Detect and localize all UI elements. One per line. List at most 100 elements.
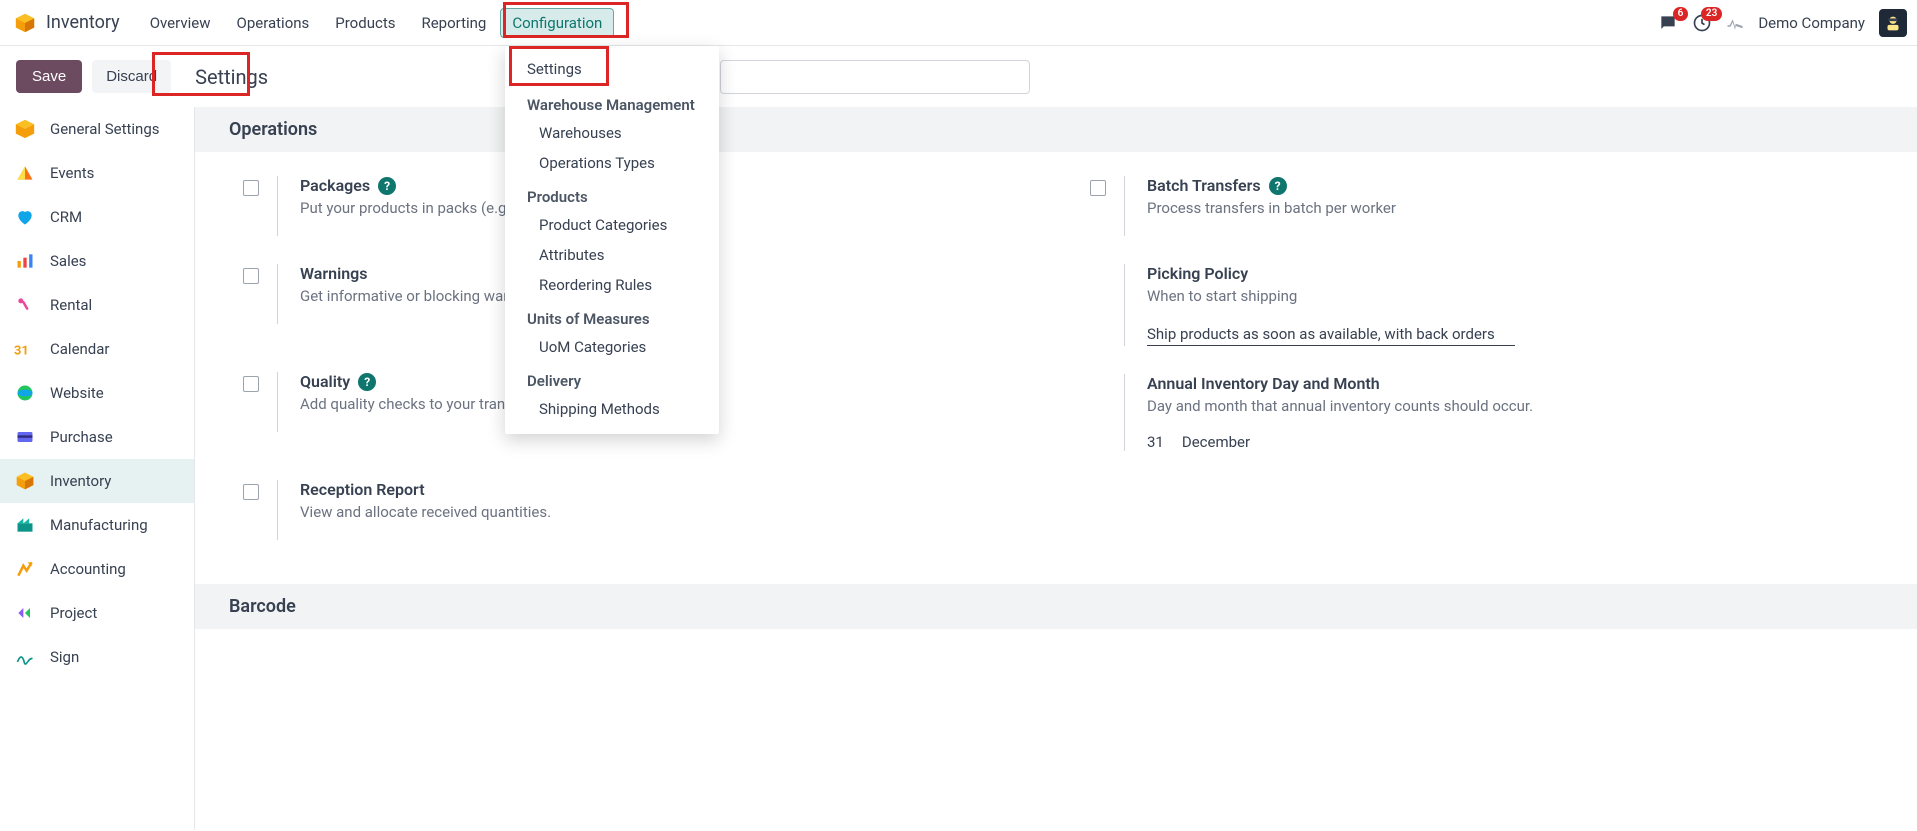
checkbox-reception-report[interactable] [243,484,259,500]
sidebar-item-label: Rental [50,296,92,314]
sidebar-item-crm[interactable]: CRM [0,195,194,239]
settings-search-input[interactable] [720,60,1030,94]
control-panel: Save Discard Settings [0,46,1917,107]
help-icon[interactable]: ? [1269,177,1287,195]
crm-icon [14,206,36,228]
section-header-operations: Operations [195,107,1917,152]
sidebar-item-purchase[interactable]: Purchase [0,415,194,459]
sign-icon [14,646,36,668]
sidebar-item-label: Project [50,604,97,622]
nav-item-configuration[interactable]: Configuration [500,8,614,38]
manufacturing-icon [14,514,36,536]
svg-text:31: 31 [14,344,29,359]
configuration-dropdown: Settings Warehouse Management Warehouses… [505,46,719,434]
nav-menu: Overview Operations Products Reporting C… [138,8,615,38]
breadcrumb-settings: Settings [181,63,282,91]
annual-inventory-day[interactable]: 31 [1147,433,1164,451]
save-button[interactable]: Save [16,60,82,93]
setting-desc: View and allocate received quantities. [300,503,551,521]
sidebar-item-label: General Settings [50,120,160,138]
top-navbar: Inventory Overview Operations Products R… [0,0,1917,46]
setting-desc: Day and month that annual inventory coun… [1147,397,1533,415]
sidebar-item-label: CRM [50,208,82,226]
checkbox-packages[interactable] [243,180,259,196]
sidebar-item-website[interactable]: Website [0,371,194,415]
help-icon[interactable]: ? [358,373,376,391]
sidebar-item-rental[interactable]: Rental [0,283,194,327]
events-icon [14,162,36,184]
company-name[interactable]: Demo Company [1758,14,1865,32]
sidebar-item-label: Website [50,384,104,402]
dropdown-item-warehouses[interactable]: Warehouses [505,118,719,148]
sidebar-item-label: Accounting [50,560,126,578]
calendar-icon: 31 [14,338,36,360]
activities-icon[interactable]: 23 [1692,13,1712,33]
dropdown-item-reordering-rules[interactable]: Reordering Rules [505,270,719,300]
dropdown-item-attributes[interactable]: Attributes [505,240,719,270]
dropdown-group-delivery: Delivery [505,362,719,394]
section-header-barcode: Barcode [195,584,1917,629]
sidebar-item-sign[interactable]: Sign [0,635,194,679]
dropdown-item-operations-types[interactable]: Operations Types [505,148,719,178]
setting-title-label: Packages [300,176,370,195]
sidebar-item-label: Manufacturing [50,516,148,534]
sidebar-item-label: Sales [50,252,86,270]
dropdown-group-uom: Units of Measures [505,300,719,332]
discard-button[interactable]: Discard [92,60,171,93]
accounting-icon [14,558,36,580]
gear-icon [14,118,36,140]
sidebar-item-accounting[interactable]: Accounting [0,547,194,591]
nav-item-reporting[interactable]: Reporting [409,8,498,38]
website-icon [14,382,36,404]
settings-sidebar: General Settings Events CRM Sales Rental… [0,107,195,830]
settings-content: Operations Packages? Put your products i… [195,107,1917,830]
messages-icon[interactable]: 6 [1658,13,1678,33]
sidebar-item-project[interactable]: Project [0,591,194,635]
nav-item-operations[interactable]: Operations [225,8,322,38]
sidebar-item-manufacturing[interactable]: Manufacturing [0,503,194,547]
app-logo-icon[interactable] [14,12,36,34]
sidebar-item-label: Purchase [50,428,113,446]
sidebar-item-label: Inventory [50,472,111,490]
help-icon[interactable]: ? [378,177,396,195]
checkbox-quality[interactable] [243,376,259,392]
setting-title-label: Reception Report [300,480,425,499]
sidebar-item-general-settings[interactable]: General Settings [0,107,194,151]
purchase-icon [14,426,36,448]
dropdown-item-shipping-methods[interactable]: Shipping Methods [505,394,719,424]
sidebar-item-label: Sign [50,648,79,666]
nav-item-overview[interactable]: Overview [138,8,223,38]
checkbox-batch-transfers[interactable] [1090,180,1106,196]
debug-icon[interactable] [1726,14,1744,32]
setting-title-label: Batch Transfers [1147,176,1261,195]
setting-annual-inventory: Annual Inventory Day and Month Day and m… [1090,360,1897,465]
dropdown-group-products: Products [505,178,719,210]
picking-policy-select[interactable]: Ship products as soon as available, with… [1147,323,1515,346]
setting-desc: Process transfers in batch per worker [1147,199,1396,217]
dropdown-item-uom-categories[interactable]: UoM Categories [505,332,719,362]
setting-title-label: Annual Inventory Day and Month [1147,374,1380,393]
setting-title-label: Quality [300,372,350,391]
activities-badge: 23 [1701,7,1722,21]
sidebar-item-label: Calendar [50,340,110,358]
nav-item-products[interactable]: Products [323,8,407,38]
sidebar-item-calendar[interactable]: 31 Calendar [0,327,194,371]
sidebar-item-events[interactable]: Events [0,151,194,195]
sidebar-item-inventory[interactable]: Inventory [0,459,194,503]
app-title[interactable]: Inventory [46,12,120,33]
dropdown-item-product-categories[interactable]: Product Categories [505,210,719,240]
annual-inventory-month[interactable]: December [1182,433,1250,451]
messages-badge: 6 [1673,7,1689,21]
user-avatar[interactable] [1879,9,1907,37]
setting-desc: When to start shipping [1147,287,1515,305]
inventory-icon [14,470,36,492]
project-icon [14,602,36,624]
nav-right: 6 23 Demo Company [1658,9,1907,37]
sidebar-item-sales[interactable]: Sales [0,239,194,283]
rental-icon [14,294,36,316]
setting-title-label: Warnings [300,264,368,283]
setting-title-label: Picking Policy [1147,264,1248,283]
setting-batch-transfers: Batch Transfers? Process transfers in ba… [1090,162,1897,250]
dropdown-item-settings[interactable]: Settings [505,52,719,86]
checkbox-warnings[interactable] [243,268,259,284]
